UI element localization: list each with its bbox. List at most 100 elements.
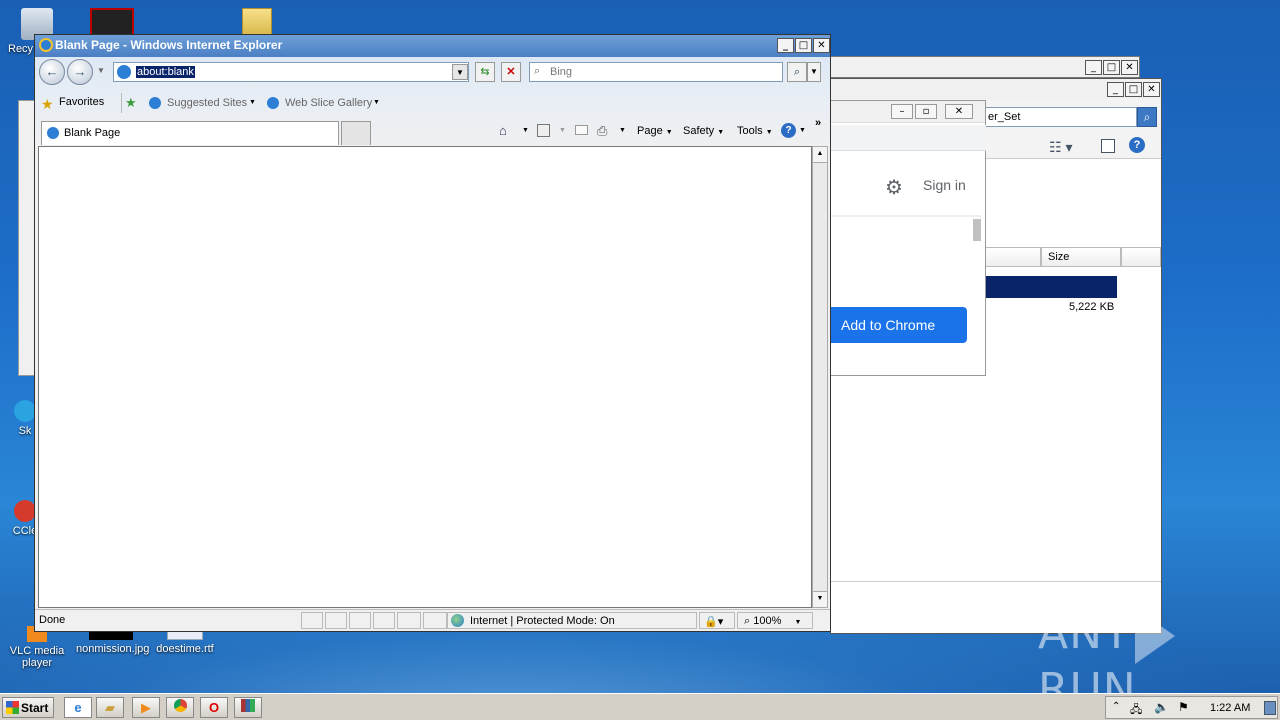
dropdown-arrow-icon[interactable]: ▼ xyxy=(249,99,256,106)
taskbar-media-player-button[interactable]: ▶ xyxy=(132,697,160,718)
dropdown-arrow-icon[interactable]: ▼ xyxy=(373,99,380,106)
security-zone[interactable]: Internet | Protected Mode: On xyxy=(447,612,697,629)
maximize-button[interactable]: □ xyxy=(1103,60,1120,75)
dropdown-arrow-icon: ▼ xyxy=(794,619,802,626)
close-button[interactable]: ✕ xyxy=(945,104,973,119)
search-options-dropdown-icon[interactable]: ▼ xyxy=(807,62,821,82)
help-icon[interactable]: ? xyxy=(1129,137,1145,153)
close-button[interactable]: ✕ xyxy=(813,38,830,53)
page-content[interactable] xyxy=(38,146,812,608)
chrome-icon xyxy=(173,699,187,712)
forward-button[interactable]: → xyxy=(67,59,93,85)
print-icon[interactable]: ⎙ xyxy=(597,123,607,139)
chrome-window: – ▫ ✕ ⚙ Sign in Add to Chrome xyxy=(830,100,986,376)
dropdown-arrow-icon[interactable]: ▼ xyxy=(559,127,566,134)
taskbar-explorer-button[interactable]: ▰ xyxy=(96,697,124,718)
protected-mode-icon[interactable]: 🔒▾ xyxy=(699,612,735,629)
toolbar-overflow-icon[interactable]: » xyxy=(815,117,821,129)
explorer-search-input[interactable]: er_Set xyxy=(985,107,1137,127)
skype-icon xyxy=(14,400,36,422)
close-button[interactable]: ✕ xyxy=(1143,82,1160,97)
taskbar-chrome-button[interactable] xyxy=(166,697,194,718)
folder-desktop-icon[interactable] xyxy=(242,8,272,36)
action-center-flag-icon[interactable]: ⚑ xyxy=(1178,700,1189,714)
stop-icon[interactable]: ✕ xyxy=(501,62,521,82)
taskbar-winrar-button[interactable] xyxy=(234,697,262,718)
feeds-icon[interactable] xyxy=(537,124,550,137)
tab-blank-page[interactable]: Blank Page xyxy=(41,121,339,145)
suggested-sites-button[interactable]: Suggested Sites xyxy=(167,97,247,109)
dropdown-arrow-icon[interactable]: ▼ xyxy=(619,127,626,134)
add-favorite-icon[interactable]: ★ xyxy=(125,95,137,111)
opera-icon: O xyxy=(208,700,220,715)
address-bar[interactable]: about:blank ▼ xyxy=(113,62,469,82)
tab-label: Blank Page xyxy=(64,127,121,139)
status-segment xyxy=(301,612,323,629)
folder-icon: ▰ xyxy=(105,700,115,715)
back-button[interactable]: ← xyxy=(39,59,65,85)
anyrun-watermark: ANYRUN xyxy=(1038,608,1238,715)
minimize-button[interactable]: _ xyxy=(1085,60,1102,75)
view-options-icon[interactable]: ☷ ▾ xyxy=(1049,139,1072,156)
column-header-blank[interactable] xyxy=(985,247,1041,267)
dropdown-arrow-icon[interactable]: ▼ xyxy=(799,127,806,134)
zoom-control[interactable]: ⌕ 100% ▼ xyxy=(737,612,813,629)
network-icon[interactable]: 🖧 xyxy=(1130,701,1142,720)
vertical-scrollbar[interactable]: ▲ ▼ xyxy=(812,146,828,608)
close-button[interactable]: ✕ xyxy=(1121,60,1138,75)
column-header-size[interactable]: Size xyxy=(1041,247,1121,267)
taskbar-ie-button[interactable]: e xyxy=(64,697,92,718)
taskbar-opera-button[interactable]: O xyxy=(200,697,228,718)
search-icon[interactable]: ⌕ xyxy=(1137,107,1157,127)
gear-icon[interactable]: ⚙ xyxy=(885,175,903,200)
scroll-down-icon[interactable]: ▼ xyxy=(813,591,827,607)
chrome-scrollbar[interactable] xyxy=(973,219,981,241)
maximize-button[interactable]: □ xyxy=(1125,82,1142,97)
tools-menu[interactable]: Tools ▼ xyxy=(737,125,773,137)
web-slice-gallery-button[interactable]: Web Slice Gallery xyxy=(285,97,372,109)
show-desktop-button[interactable] xyxy=(1264,701,1276,715)
address-text[interactable]: about:blank xyxy=(136,66,195,78)
refresh-icon[interactable]: ⇆ xyxy=(475,62,495,82)
sign-in-link[interactable]: Sign in xyxy=(923,177,966,193)
search-go-icon[interactable]: ⌕ xyxy=(787,62,807,82)
ie-titlebar: Blank Page - Windows Internet Explorer _… xyxy=(35,35,830,57)
maximize-button[interactable]: □ xyxy=(795,38,812,53)
preview-pane-icon[interactable] xyxy=(1101,139,1115,153)
mail-icon[interactable] xyxy=(575,125,588,135)
add-to-chrome-button[interactable]: Add to Chrome xyxy=(831,307,967,343)
minimize-button[interactable]: _ xyxy=(1107,82,1124,97)
explorer-titlebar: _ □ ✕ xyxy=(831,79,1161,101)
scroll-up-icon[interactable]: ▲ xyxy=(813,147,827,163)
security-zone-text: Internet | Protected Mode: On xyxy=(470,615,615,627)
volume-icon[interactable]: 🔈 xyxy=(1154,700,1169,714)
search-icon: ⌕ xyxy=(534,65,541,77)
recent-pages-dropdown-icon[interactable]: ▼ xyxy=(97,66,105,75)
ie-logo-icon xyxy=(39,38,53,52)
ie-page-icon xyxy=(47,127,59,139)
vlc-desktop-icon[interactable]: VLC media player xyxy=(2,626,72,669)
home-icon[interactable]: ⌂ xyxy=(499,123,507,138)
dropdown-arrow-icon[interactable]: ▼ xyxy=(522,127,529,134)
column-header-extra[interactable] xyxy=(1121,247,1161,267)
restore-button[interactable]: ▫ xyxy=(915,104,937,119)
ie-page-icon xyxy=(267,97,279,109)
show-hidden-icons-icon[interactable]: ⌃ xyxy=(1112,701,1120,712)
search-input[interactable]: ⌕ Bing xyxy=(529,62,783,82)
help-icon[interactable]: ? xyxy=(781,123,796,138)
page-menu[interactable]: Page ▼ xyxy=(637,125,673,137)
start-button[interactable]: Start xyxy=(2,697,54,718)
desktop-icon-label: VLC media player xyxy=(9,645,65,669)
minimize-button[interactable]: _ xyxy=(777,38,794,53)
tools-menu-label: Tools xyxy=(737,125,763,137)
chrome-address-area[interactable] xyxy=(831,125,986,151)
selected-row[interactable] xyxy=(985,276,1117,298)
status-segment xyxy=(423,612,447,629)
status-bar: Done Internet | Protected Mode: On 🔒▾ ⌕ … xyxy=(35,609,830,631)
minimize-button[interactable]: – xyxy=(891,104,913,119)
favorites-button[interactable]: Favorites xyxy=(59,96,104,108)
address-dropdown-icon[interactable]: ▼ xyxy=(452,64,468,80)
new-tab-button[interactable] xyxy=(341,121,371,145)
safety-menu[interactable]: Safety ▼ xyxy=(683,125,724,137)
clock[interactable]: 1:22 AM xyxy=(1210,702,1250,714)
